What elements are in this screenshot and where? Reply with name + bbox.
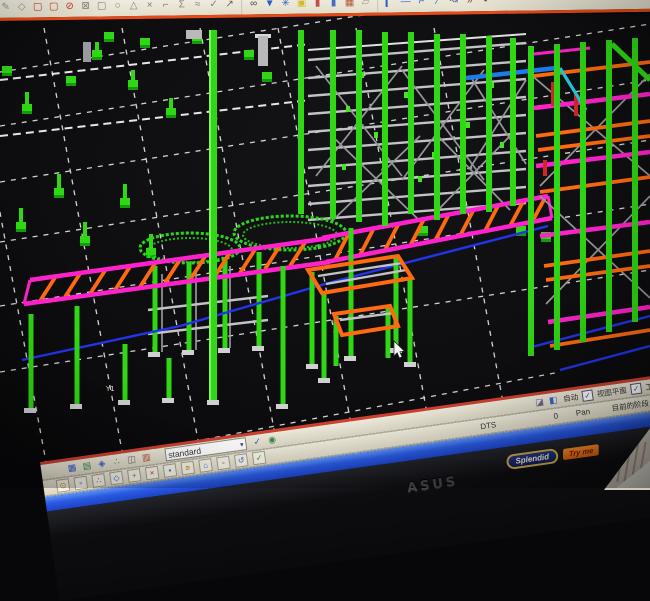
monitor-brand-logo: ASUS (406, 474, 459, 496)
create-curved-beam-icon[interactable]: ↝ (447, 0, 460, 7)
cross-points-icon[interactable]: × (143, 0, 156, 11)
create-pad-icon[interactable]: ▪ (479, 0, 492, 7)
select-components-icon[interactable]: ◈ (95, 457, 109, 471)
create-beam-icon[interactable]: — (399, 0, 412, 8)
view-plane-label: 视图平面 (596, 385, 627, 400)
checkbox-work-plane[interactable]: ✓ (630, 383, 642, 395)
point-grid-icon[interactable]: ⊠ (79, 0, 92, 12)
ok-check-icon[interactable]: ✓ (251, 435, 265, 449)
create-column-icon[interactable]: ▎ (383, 0, 396, 8)
filter-icon[interactable]: ▼ (263, 0, 276, 10)
edit-pen-icon[interactable]: ✎ (0, 0, 12, 13)
toolbar-group-views: ∞▼✳▣▮▮▦▱ (241, 0, 377, 15)
binoculars-icon[interactable]: ∞ (247, 0, 260, 10)
create-twin-beam-icon[interactable]: » (463, 0, 476, 7)
splendid-sticker: Splendid (506, 448, 559, 470)
snap-lines-icon[interactable]: ≡ (180, 461, 195, 476)
paint-plane-icon[interactable]: ◧ (547, 394, 561, 408)
strip-footing-icon[interactable]: ▢ (47, 0, 60, 13)
snap-any-icon[interactable]: ◦ (216, 456, 231, 471)
plane-view-icon[interactable]: ◪ (533, 396, 547, 410)
select-filter-icon[interactable]: ▦ (65, 461, 79, 475)
checkbox-view-plane[interactable]: ✓ (581, 389, 593, 401)
snap-mode-label: 自动 (563, 392, 579, 405)
no-weld-icon[interactable]: ⊘ (63, 0, 76, 13)
pad-footing-icon[interactable]: ▢ (31, 0, 44, 13)
create-brace-icon[interactable]: ∕ (431, 0, 444, 7)
status-pan: Pan (575, 407, 590, 418)
sheet-icon[interactable]: ▱ (359, 0, 372, 8)
snap-end-icon[interactable]: ▪ (163, 463, 178, 478)
toolbar-group-create: ▎—⌐∕↝»▪ (377, 0, 497, 13)
select-welds-icon[interactable]: ▥ (140, 451, 154, 465)
select-bolts-icon[interactable]: ◫ (125, 453, 139, 467)
snap-cross-icon[interactable]: × (145, 466, 160, 481)
select-points-icon[interactable]: ∴ (110, 455, 124, 469)
status-zero: 0 (553, 411, 559, 421)
plane-icons: ◪◧ (533, 394, 560, 410)
grid-label: Y1 (105, 385, 115, 393)
status-phase: 目前的阶段 1 (611, 397, 650, 414)
chevron-down-icon: ▾ (239, 440, 244, 448)
select-parts-icon[interactable]: ▤ (80, 459, 94, 473)
toolbar-group-points: ✎◇▢▢⊘⊠▢○△×⌐Σ≈✓↗ (0, 0, 241, 18)
triangle-points-icon[interactable]: △ (127, 0, 140, 12)
circle-points-icon[interactable]: ○ (111, 0, 124, 12)
snapshot-star-icon[interactable]: ✳ (279, 0, 292, 10)
pointer-arrow-icon[interactable]: ↗ (223, 0, 236, 10)
render-view-icon[interactable]: ▦ (343, 0, 356, 9)
snap-midpoint-icon[interactable]: ▫ (73, 476, 88, 491)
tryme-sticker: Try me (563, 444, 599, 460)
clip-red-icon[interactable]: ▮ (311, 0, 324, 9)
bezel-stickers: Splendid Try me (506, 442, 600, 470)
snap-geometry-icon[interactable]: ◇ (109, 471, 124, 486)
sum-tool-icon[interactable]: Σ (175, 0, 188, 11)
clip-blue-icon[interactable]: ▮ (327, 0, 340, 9)
check-tool-icon[interactable]: ✓ (207, 0, 220, 11)
snap-points-icon[interactable]: ∴ (91, 473, 106, 488)
combo-value: standard (168, 445, 202, 460)
note-icon[interactable]: ▣ (295, 0, 308, 9)
work-plane-label: 工作平面 (645, 378, 650, 393)
snap-intersection-icon[interactable]: + (127, 468, 142, 483)
snap-reference-icon[interactable]: ⌂ (198, 458, 213, 473)
wave-tool-icon[interactable]: ≈ (191, 0, 204, 11)
world-view-icon[interactable]: ◉ (265, 433, 279, 447)
create-polybeam-icon[interactable]: ⌐ (415, 0, 428, 8)
snap-origin-icon[interactable]: ⊙ (56, 478, 71, 493)
corner-points-icon[interactable]: ⌐ (159, 0, 172, 11)
snap-free-icon[interactable]: ↺ (234, 453, 249, 468)
rect-points-icon[interactable]: ▢ (95, 0, 108, 12)
status-dts: DTS (480, 420, 497, 431)
cut-part-icon[interactable]: ◇ (15, 0, 28, 13)
snap-ortho-icon[interactable]: ✓ (252, 451, 267, 466)
